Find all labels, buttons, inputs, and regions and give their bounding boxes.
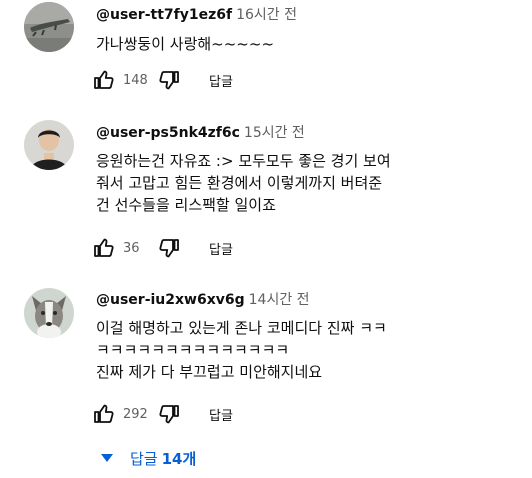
comment-header: @user-iu2xw6xv6g 14시간 전	[96, 289, 310, 309]
reply-button[interactable]: 답글	[209, 405, 233, 424]
avatar[interactable]	[24, 288, 74, 338]
reply-button[interactable]: 답글	[209, 239, 233, 258]
replies-count: 14개	[161, 449, 197, 468]
like-count: 36	[123, 240, 140, 256]
caret-down-icon	[101, 454, 113, 462]
comment-text: 가나쌍둥이 사랑해~~~~~	[96, 35, 275, 53]
thumbs-up-icon[interactable]	[92, 402, 116, 426]
comment-actions: 148 답글	[92, 66, 233, 94]
author-name[interactable]: @user-tt7fy1ez6f	[96, 7, 232, 23]
comment-time[interactable]: 14시간 전	[249, 292, 310, 308]
avatar-image-lizard	[24, 2, 74, 52]
author-name[interactable]: @user-iu2xw6xv6g	[96, 292, 245, 308]
comment-time[interactable]: 15시간 전	[244, 125, 305, 141]
thumbs-up-icon[interactable]	[92, 68, 116, 92]
comment-actions: 292 답글	[92, 400, 233, 428]
avatar[interactable]	[24, 120, 74, 170]
thumbs-down-icon[interactable]	[157, 402, 181, 426]
view-replies-button[interactable]: 답글 14개	[100, 444, 196, 472]
thumbs-down-icon[interactable]	[157, 236, 181, 260]
avatar[interactable]	[24, 2, 74, 52]
reply-button[interactable]: 답글	[209, 71, 233, 90]
thumbs-up-icon[interactable]	[92, 236, 116, 260]
like-count: 148	[123, 72, 148, 88]
comment-header: @user-ps5nk4zf6c 15시간 전	[96, 122, 305, 142]
replies-label: 답글	[130, 449, 158, 468]
avatar-image-dog	[24, 288, 74, 338]
avatar-image-person	[24, 120, 74, 170]
thumbs-down-icon[interactable]	[157, 68, 181, 92]
comment-time[interactable]: 16시간 전	[236, 7, 297, 23]
author-name[interactable]: @user-ps5nk4zf6c	[96, 125, 240, 141]
comment-text: 이걸 해명하고 있는게 존나 코메디다 진짜 ㅋㅋ ㅋㅋㅋㅋㅋㅋㅋㅋㅋㅋㅋㅋㅋㅋ…	[96, 319, 387, 381]
comment-header: @user-tt7fy1ez6f 16시간 전	[96, 4, 297, 24]
like-count: 292	[123, 406, 148, 422]
comment-actions: 36 답글	[92, 234, 233, 262]
comment-text: 응원하는건 자유죠 :> 모두모두 좋은 경기 보여 줘서 고맙고 힘든 환경에…	[96, 152, 391, 214]
